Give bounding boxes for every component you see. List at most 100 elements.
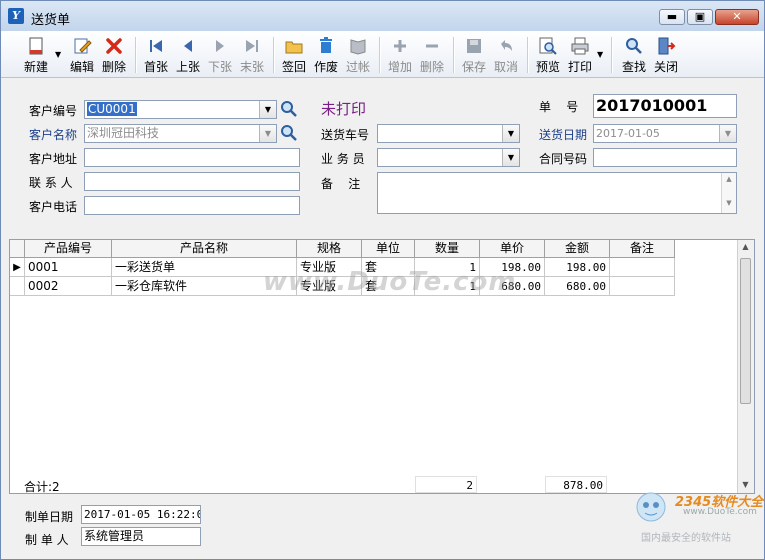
next-icon	[216, 40, 224, 52]
contract-field[interactable]	[593, 148, 737, 167]
customer-name-value: 深圳冠田科技	[87, 126, 160, 140]
chevron-down-icon[interactable]: ▼	[502, 125, 519, 142]
book-icon	[350, 39, 366, 55]
prev-icon	[184, 40, 192, 52]
delivery-date-picker[interactable]: 2017-01-05 ▼	[593, 124, 737, 143]
folder-open-icon	[285, 41, 303, 54]
chevron-down-icon[interactable]: ▼	[719, 125, 736, 142]
creator-label: 制 单 人	[25, 533, 69, 547]
col-price[interactable]: 单价	[480, 240, 545, 258]
doc-no-label: 单 号	[539, 100, 579, 114]
contact-field[interactable]	[84, 172, 300, 191]
toolbar-separator	[527, 37, 529, 73]
logo-sub: 国内最安全的软件站	[641, 533, 731, 544]
cancel-button[interactable]: 取消	[491, 33, 521, 75]
table-cell[interactable]	[610, 277, 675, 296]
print-button[interactable]: 打印	[565, 33, 595, 75]
table-cell[interactable]: 0001	[25, 258, 112, 277]
col-amount[interactable]: 金额	[545, 240, 610, 258]
phone-field[interactable]	[84, 196, 300, 215]
vehicle-label: 送货车号	[321, 128, 370, 142]
toolbar-separator	[135, 37, 137, 73]
close-button[interactable]: 关闭	[651, 33, 681, 75]
table-cell[interactable]: 680.00	[545, 277, 610, 296]
search-icon	[626, 38, 642, 54]
delivery-note-window: Y 送货单 ▬ ▣ ✕ 新建 ▼ 编辑 删除 首张 上张 下张 末张 签回 作废…	[0, 0, 765, 560]
scroll-thumb[interactable]	[740, 258, 751, 404]
toolbar-separator	[611, 37, 613, 73]
col-qty[interactable]: 数量	[415, 240, 480, 258]
grid-vertical-scrollbar[interactable]: ▲ ▼	[737, 240, 754, 493]
minimize-button[interactable]: ▬	[659, 9, 685, 25]
save-button[interactable]: 保存	[459, 33, 489, 75]
remark-textarea[interactable]: ▲ ▼	[377, 172, 737, 214]
window-title: 送货单	[31, 13, 71, 28]
post-button[interactable]: 过帐	[343, 33, 373, 75]
remove-row-button[interactable]: 删除	[417, 33, 447, 75]
customer-name-label: 客户名称	[29, 128, 78, 142]
salesman-combo[interactable]: ▼	[377, 148, 520, 167]
toolbar-separator	[273, 37, 275, 73]
print-dropdown-icon[interactable]: ▼	[597, 50, 603, 59]
trash-icon	[320, 37, 332, 53]
chevron-down-icon[interactable]: ▼	[502, 149, 519, 166]
customer-name-combo[interactable]: 深圳冠田科技 ▼	[84, 124, 277, 143]
chevron-down-icon[interactable]: ▼	[259, 125, 276, 142]
prev-record-button[interactable]: 上张	[173, 33, 203, 75]
maximize-icon: ▣	[694, 10, 706, 23]
scroll-up-icon[interactable]: ▲	[738, 242, 753, 251]
undo-icon	[501, 40, 512, 51]
new-button[interactable]: 新建	[19, 33, 53, 75]
logo-url: www.DuoTe.com	[683, 507, 757, 517]
salesman-label: 业 务 员	[321, 152, 365, 166]
col-spec[interactable]: 规格	[297, 240, 362, 258]
save-icon	[467, 39, 481, 53]
col-note[interactable]: 备注	[610, 240, 675, 258]
remark-scrollbar[interactable]: ▲ ▼	[721, 173, 736, 213]
contract-label: 合同号码	[539, 152, 588, 166]
doc-no-field[interactable]: 2017010001	[593, 94, 737, 118]
last-record-button[interactable]: 末张	[237, 33, 267, 75]
preview-icon	[539, 37, 557, 55]
toolbar-separator	[379, 37, 381, 73]
table-cell[interactable]	[610, 258, 675, 277]
last-icon	[246, 40, 258, 52]
sign-back-button[interactable]: 签回	[279, 33, 309, 75]
col-product-name[interactable]: 产品名称	[112, 240, 297, 258]
col-unit[interactable]: 单位	[362, 240, 415, 258]
find-button[interactable]: 查找	[619, 33, 649, 75]
next-record-button[interactable]: 下张	[205, 33, 235, 75]
toolbar: 新建 ▼ 编辑 删除 首张 上张 下张 末张 签回 作废 过帐 增加 删除 保存…	[1, 31, 764, 78]
print-status: 未打印	[321, 100, 367, 118]
table-cell[interactable]: 0002	[25, 277, 112, 296]
remark-label: 备 注	[321, 177, 361, 191]
table-cell[interactable]: 198.00	[545, 258, 610, 277]
delivery-date-label: 送货日期	[539, 128, 588, 142]
creator-field[interactable]: 系统管理员	[81, 527, 201, 546]
customer-code-label: 客户编号	[29, 104, 78, 118]
customer-address-label: 客户地址	[29, 152, 78, 166]
maximize-button[interactable]: ▣	[687, 9, 713, 25]
customer-address-field[interactable]	[84, 148, 300, 167]
new-dropdown-icon[interactable]: ▼	[55, 50, 61, 59]
chevron-down-icon[interactable]: ▼	[259, 101, 276, 118]
watermark-text: www.DuoTe.com	[263, 267, 517, 297]
phone-label: 客户电话	[29, 200, 78, 214]
void-button[interactable]: 作废	[311, 33, 341, 75]
minimize-icon: ▬	[666, 10, 678, 23]
site-logo: 2345软件大全 www.DuoTe.com 国内最安全的软件站	[631, 483, 765, 544]
add-row-button[interactable]: 增加	[385, 33, 415, 75]
vehicle-combo[interactable]: ▼	[377, 124, 520, 143]
close-window-button[interactable]: ✕	[715, 9, 759, 25]
created-date-field[interactable]: 2017-01-05 16:22:08	[81, 505, 201, 524]
title-bar[interactable]: Y 送货单 ▬ ▣ ✕	[1, 1, 764, 32]
search-customer-name-icon[interactable]	[280, 124, 298, 142]
customer-code-combo[interactable]: CU0001 ▼	[84, 100, 277, 119]
search-customer-code-icon[interactable]	[280, 100, 298, 118]
mascot-icon	[636, 492, 666, 522]
delete-button[interactable]: 删除	[99, 33, 129, 75]
first-record-button[interactable]: 首张	[141, 33, 171, 75]
edit-button[interactable]: 编辑	[67, 33, 97, 75]
preview-button[interactable]: 预览	[533, 33, 563, 75]
col-product-code[interactable]: 产品编号	[25, 240, 112, 258]
